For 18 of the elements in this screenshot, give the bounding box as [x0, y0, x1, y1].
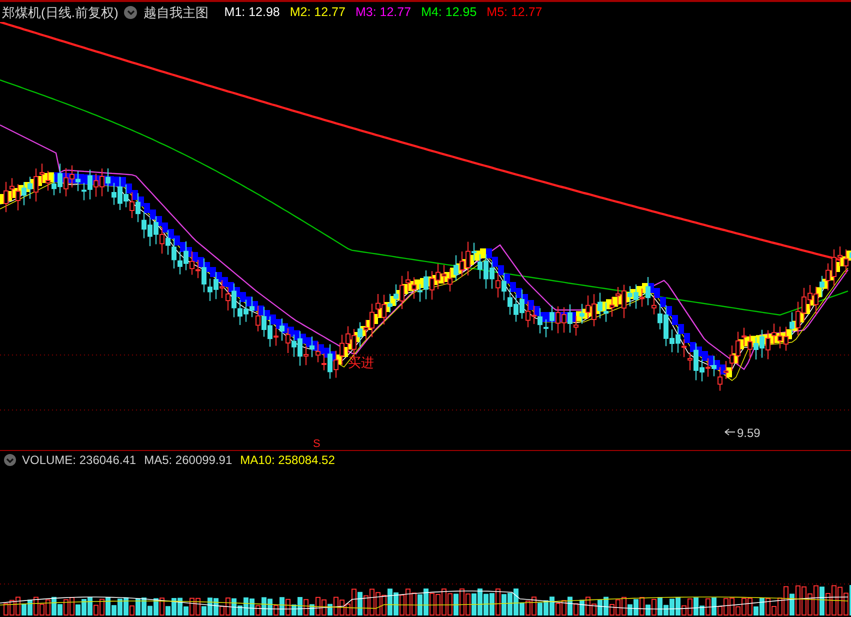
legend-value: VOLUME: 236046.41	[22, 454, 136, 466]
low-price-label: 9.59	[737, 426, 760, 440]
chevron-down-icon	[6, 458, 14, 462]
dropdown-button[interactable]	[124, 6, 138, 18]
legend-value: M1: 12.98	[224, 6, 280, 18]
dropdown-button[interactable]	[4, 454, 16, 466]
legend-value: M2: 12.77	[290, 6, 346, 18]
legend-value: M5: 12.77	[486, 6, 542, 18]
low-price-arrow	[724, 428, 736, 436]
indicator-name: 越自我主图	[143, 6, 208, 18]
signal-marker: S	[313, 438, 320, 450]
legend-value: MA5: 260099.91	[144, 454, 232, 466]
legend-value: M4: 12.95	[421, 6, 477, 18]
buy-signal-label: 买进	[348, 356, 374, 371]
chevron-down-icon	[126, 10, 135, 14]
legend-value: MA10: 258084.52	[240, 454, 335, 466]
legend-value: M3: 12.77	[355, 6, 412, 18]
chart-title: 郑煤机(日线.前复权)	[2, 6, 118, 18]
